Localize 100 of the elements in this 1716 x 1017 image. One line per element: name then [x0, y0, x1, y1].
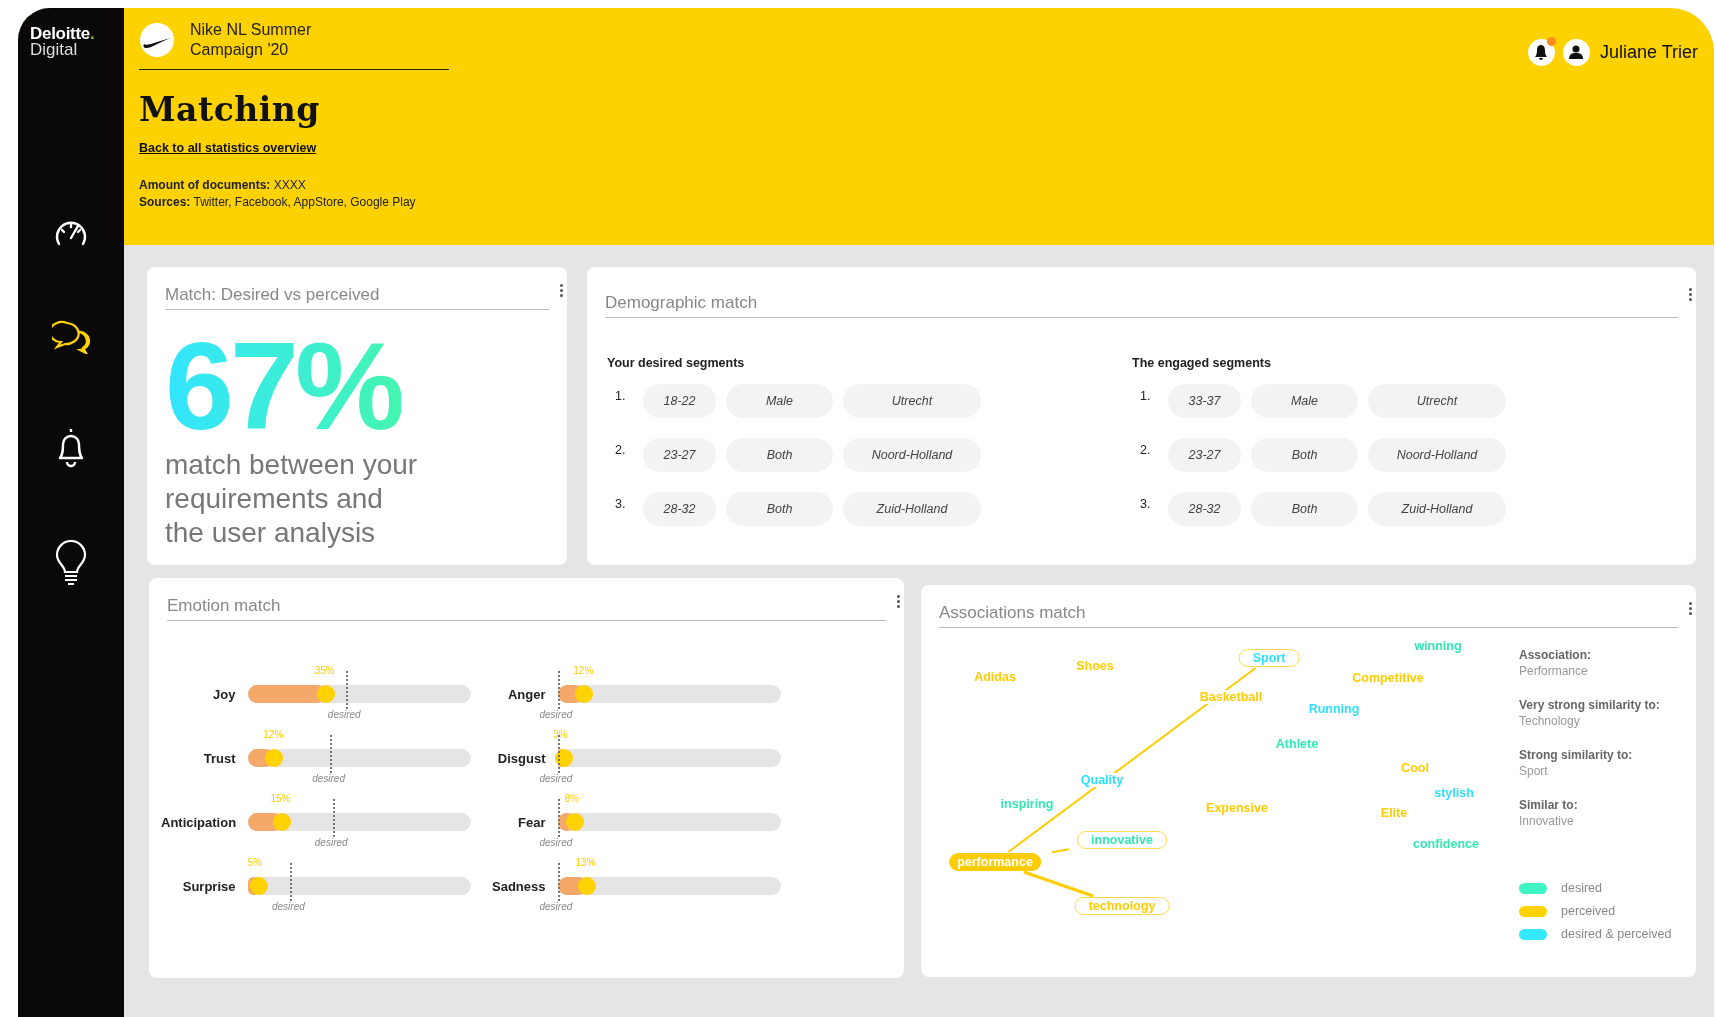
association-word[interactable]: confidence — [1411, 837, 1481, 851]
association-word[interactable]: Basketball — [1197, 690, 1265, 704]
emotion-label: Sadness — [491, 878, 546, 894]
association-word[interactable]: inspiring — [998, 797, 1056, 811]
association-word[interactable]: technology — [1074, 897, 1170, 915]
meta-line: Sources: Twitter, Facebook, AppStore, Google Play — [139, 194, 417, 211]
percentage-label: 3% — [553, 729, 568, 740]
row-number: 2. — [1139, 443, 1152, 457]
association-word[interactable]: Cool — [1399, 761, 1431, 775]
info-label: Strong similarity to: — [1519, 747, 1634, 763]
segment-heading: Your desired segments — [606, 356, 746, 370]
gender-tag: Both — [1251, 438, 1358, 472]
row-number: 1. — [614, 389, 627, 403]
emotion-label: Joy — [212, 686, 236, 702]
segment-heading: The engaged segments — [1131, 356, 1272, 370]
card-title: Emotion match — [167, 596, 281, 616]
percentage-label: 5% — [247, 857, 263, 868]
age-tag: 28-32 — [1168, 492, 1241, 526]
association-word[interactable]: Adidas — [972, 670, 1018, 684]
bar-knob — [575, 685, 594, 703]
region-tag: Noord-Holland — [1368, 438, 1506, 472]
info-label: Association: — [1519, 647, 1592, 663]
association-word[interactable]: Competitive — [1350, 671, 1426, 685]
association-word[interactable]: winning — [1412, 639, 1464, 653]
bar-knob — [249, 877, 268, 895]
notifications-button[interactable] — [1527, 38, 1555, 66]
association-word[interactable]: Sport — [1238, 649, 1300, 667]
info-value: Innovative — [1519, 813, 1575, 829]
region-tag: Utrecht — [1368, 384, 1506, 418]
desired-label: desired — [312, 773, 345, 784]
association-word[interactable]: stylish — [1432, 786, 1476, 800]
user-icon — [1569, 45, 1584, 59]
desired-label: desired — [539, 901, 573, 912]
emotion-label: Surprise — [181, 878, 236, 894]
desired-label: desired — [314, 837, 348, 848]
nav-button[interactable] — [55, 540, 87, 588]
percentage-label: 13% — [575, 857, 596, 868]
bar-knob — [566, 813, 585, 831]
gender-tag: Both — [1251, 492, 1358, 526]
percentage-label: 15% — [270, 793, 291, 804]
association-word[interactable]: innovative — [1077, 831, 1167, 849]
back-link[interactable]: Back to all statistics overview — [139, 141, 449, 155]
desired-label: desired — [539, 773, 573, 784]
gender-tag: Male — [726, 384, 833, 418]
info-value: Performance — [1519, 663, 1589, 679]
legend-label: perceived — [1561, 904, 1616, 918]
company-logo: Deloitte. Digital — [29, 23, 95, 58]
profile-button[interactable] — [1562, 38, 1590, 66]
association-word[interactable]: Shoes — [1074, 659, 1116, 673]
age-tag: 23-27 — [1168, 438, 1241, 472]
row-number: 3. — [614, 497, 627, 511]
card-title: Associations match — [939, 603, 1086, 623]
gender-tag: Both — [726, 492, 833, 526]
association-word[interactable]: Running — [1306, 702, 1362, 716]
card-title: Demographic match — [605, 293, 758, 313]
card-title: Match: Desired vs perceived — [165, 285, 380, 305]
campaign-name: Nike NL Summer Campaign '20 — [190, 20, 313, 60]
legend-label: desired — [1561, 881, 1602, 895]
percentage-label: 35% — [314, 665, 335, 676]
region-tag: Zuid-Holland — [843, 492, 981, 526]
nav-button[interactable] — [52, 320, 90, 354]
row-number: 3. — [1139, 497, 1152, 511]
age-tag: 33-37 — [1168, 384, 1241, 418]
age-tag: 28-32 — [643, 492, 716, 526]
info-value: Sport — [1519, 763, 1549, 779]
legend-label: desired & perceived — [1561, 927, 1672, 941]
bell-icon — [1534, 44, 1549, 60]
page-title: Matching — [139, 90, 321, 129]
emotion-label: Anticipation — [161, 814, 237, 830]
emotion-label: Anger — [506, 686, 546, 702]
region-tag: Utrecht — [843, 384, 981, 418]
age-tag: 18-22 — [643, 384, 716, 418]
region-tag: Noord-Holland — [843, 438, 981, 472]
connector-line — [1023, 870, 1094, 898]
row-number: 1. — [1139, 389, 1152, 403]
gender-tag: Male — [1251, 384, 1358, 418]
desired-label: desired — [539, 709, 573, 720]
user-name: Juliane Trier — [1599, 41, 1698, 63]
meta-line: Amount of documents: XXXX — [139, 177, 307, 194]
association-word[interactable]: Quality — [1078, 773, 1126, 787]
percentage-label: 12% — [573, 665, 594, 676]
region-tag: Zuid-Holland — [1368, 492, 1506, 526]
association-word[interactable]: Elite — [1378, 806, 1410, 820]
brand-logo — [140, 23, 174, 57]
association-word[interactable]: Expensive — [1204, 801, 1270, 815]
chat-icon — [52, 320, 90, 354]
lightbulb-icon — [55, 540, 87, 588]
percentage-label: 8% — [564, 793, 579, 804]
emotion-label: Disgust — [496, 750, 546, 766]
info-label: Similar to: — [1519, 797, 1579, 813]
emotion-label: Fear — [517, 814, 546, 830]
association-word[interactable]: Athlete — [1273, 737, 1321, 751]
row-number: 2. — [614, 443, 627, 457]
info-label: Very strong similarity to: — [1519, 697, 1661, 713]
match-description: match between your requirements and the user analysis — [165, 448, 419, 550]
percentage-label: 12% — [263, 729, 284, 740]
age-tag: 23-27 — [643, 438, 716, 472]
association-word[interactable]: performance — [949, 853, 1041, 871]
desired-label: desired — [271, 901, 305, 912]
emotion-label: Trust — [202, 750, 236, 766]
